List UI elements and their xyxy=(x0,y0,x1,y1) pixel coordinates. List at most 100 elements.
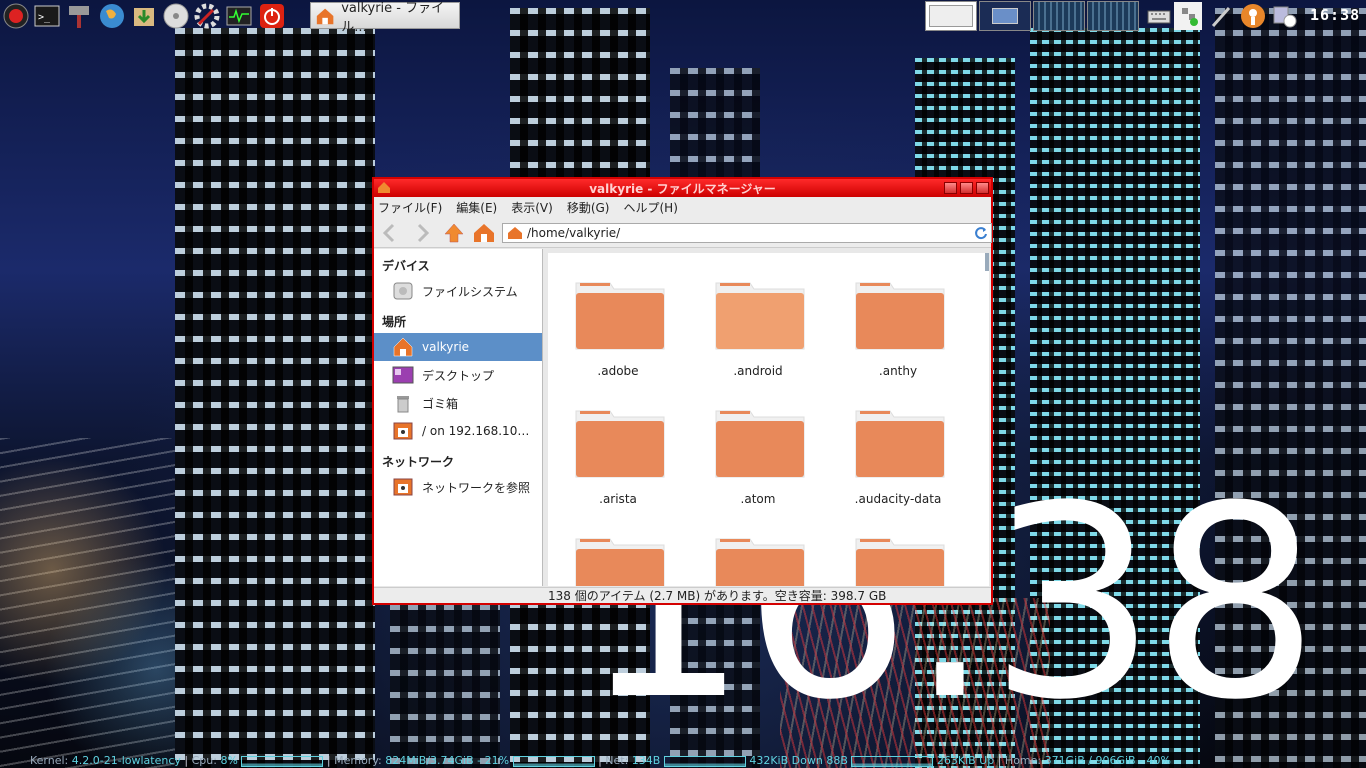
trash-icon xyxy=(397,396,409,413)
folder-item[interactable] xyxy=(548,509,688,586)
terminal-icon[interactable]: >_ xyxy=(33,2,61,30)
memory-graph xyxy=(512,755,595,767)
upload-value: 263KiB Up xyxy=(936,754,995,767)
tools-icon[interactable] xyxy=(65,2,93,30)
menu-file[interactable]: ファイル(F) xyxy=(378,199,442,216)
reload-icon[interactable] xyxy=(974,226,988,240)
network-tray-icon[interactable] xyxy=(1174,2,1202,30)
menu-view[interactable]: 表示(V) xyxy=(511,199,553,216)
taskbar-window-title: valkyrie - ファイル... xyxy=(341,0,445,35)
scrollbar[interactable] xyxy=(985,253,989,271)
folder-item[interactable]: .android xyxy=(688,253,828,381)
folder-icon xyxy=(575,538,665,586)
window-title: valkyrie - ファイルマネージャー xyxy=(589,182,776,196)
system-monitor-icon[interactable] xyxy=(225,2,253,30)
folder-item[interactable]: .audacity-data xyxy=(828,381,968,509)
minimize-button[interactable] xyxy=(944,182,957,194)
file-name: .audacity-data xyxy=(854,492,942,506)
taskbar-window-button[interactable]: valkyrie - ファイル... xyxy=(310,1,460,35)
updates-icon[interactable] xyxy=(1271,2,1299,30)
installer-icon[interactable] xyxy=(130,2,158,30)
sidebar-item-label: / on 192.168.10… xyxy=(422,424,530,438)
up-arrow-icon[interactable] xyxy=(442,221,466,245)
workspace-4[interactable] xyxy=(1087,1,1139,31)
kernel-label: Kernel: xyxy=(30,754,69,767)
svg-text:>_: >_ xyxy=(38,12,51,23)
folder-icon xyxy=(715,410,805,478)
sidebar-item-label: ファイルシステム xyxy=(422,284,518,299)
sidebar-item-browse-network[interactable]: ネットワークを参照 xyxy=(374,473,542,501)
workspace-1[interactable] xyxy=(925,1,977,31)
system-stats-bar: Kernel: 4.2.0-21-lowlatency | Cpu: 8% | … xyxy=(30,754,1171,767)
menu-edit[interactable]: 編集(E) xyxy=(456,199,497,216)
settings-icon[interactable] xyxy=(193,2,221,30)
folder-icon xyxy=(855,410,945,478)
folder-item[interactable]: .arista xyxy=(548,381,688,509)
window-titlebar[interactable]: valkyrie - ファイルマネージャー xyxy=(374,179,991,197)
wallpaper-building xyxy=(175,28,375,768)
home-icon[interactable] xyxy=(472,221,496,245)
folder-item[interactable] xyxy=(828,509,968,586)
folder-item[interactable]: .anthy xyxy=(828,253,968,381)
net-label: Net: xyxy=(605,754,629,767)
disc-icon[interactable] xyxy=(162,2,190,30)
power-plug-icon[interactable] xyxy=(1207,2,1235,30)
home-value: 371GiB / 906GiB - 40% xyxy=(1044,754,1171,767)
status-bar: 138 個のアイテム (2.7 MB) があります。空き容量: 398.7 GB xyxy=(374,587,991,603)
sidebar-item-remote[interactable]: / on 192.168.10… xyxy=(374,417,542,445)
folder-icon xyxy=(575,282,665,350)
folder-item[interactable] xyxy=(688,509,828,586)
sidebar-header-places: 場所 xyxy=(382,315,407,329)
folder-icon xyxy=(715,538,805,586)
workspace-2[interactable] xyxy=(979,1,1031,31)
home-icon xyxy=(393,337,413,357)
menu-help[interactable]: ヘルプ(H) xyxy=(623,199,677,216)
upload-graph xyxy=(851,755,934,767)
location-home-icon xyxy=(508,227,522,239)
sidebar-header-network: ネットワーク xyxy=(382,455,455,469)
cpu-label: Cpu: xyxy=(191,754,217,767)
user-status-icon[interactable] xyxy=(1239,2,1267,30)
location-bar[interactable]: /home/valkyrie/ xyxy=(502,223,992,243)
menu-go[interactable]: 移動(G) xyxy=(567,199,610,216)
keyboard-icon[interactable] xyxy=(1145,2,1173,30)
home-folder-icon xyxy=(316,8,334,24)
network-icon xyxy=(393,478,413,496)
kernel-value: 4.2.0-21-lowlatency xyxy=(71,754,181,767)
menubar: ファイル(F) 編集(E) 表示(V) 移動(G) ヘルプ(H) xyxy=(374,197,991,217)
folder-icon xyxy=(575,410,665,478)
sidebar-item-trash[interactable]: ゴミ箱 xyxy=(374,389,542,417)
desktop-icon xyxy=(392,366,414,384)
download-value: 432KiB Down xyxy=(749,754,823,767)
sidebar-item-label: デスクトップ xyxy=(422,368,495,383)
file-view[interactable]: .adobe .android .anthy .arista .atom .au… xyxy=(548,253,989,586)
toolbar: /home/valkyrie/ xyxy=(374,217,992,248)
workspace-3[interactable] xyxy=(1033,1,1085,31)
shutdown-icon[interactable] xyxy=(258,2,286,30)
file-name: .android xyxy=(733,364,783,378)
panel-clock[interactable]: 16:38 xyxy=(1310,6,1360,24)
memory-value: 824MiB/3.74GiB - 21% xyxy=(385,754,510,767)
folder-item[interactable]: .adobe xyxy=(548,253,688,381)
status-text: 138 個のアイテム (2.7 MB) があります。空き容量: 398.7 GB xyxy=(548,589,887,603)
close-button[interactable] xyxy=(976,182,989,194)
forward-arrow-icon[interactable] xyxy=(410,221,434,245)
maximize-button[interactable] xyxy=(960,182,973,194)
globe-icon[interactable] xyxy=(98,2,126,30)
folder-item[interactable]: .atom xyxy=(688,381,828,509)
power-menu-icon[interactable] xyxy=(2,2,30,30)
sidebar-header-devices: デバイス xyxy=(382,259,430,273)
sidebar-item-filesystem[interactable]: ファイルシステム xyxy=(374,277,542,305)
sidebar-item-home[interactable]: valkyrie xyxy=(374,333,542,361)
cpu-graph xyxy=(241,755,324,767)
top-panel: >_ valkyrie - ファイル... 16:38 xyxy=(0,0,1366,35)
sidebar-item-label: valkyrie xyxy=(422,340,470,354)
download-extra: 88B xyxy=(826,754,848,767)
memory-label: Memory: xyxy=(334,754,382,767)
file-name: .adobe xyxy=(597,364,639,378)
sidebar-item-desktop[interactable]: デスクトップ xyxy=(374,361,542,389)
remote-drive-icon xyxy=(393,422,413,440)
back-arrow-icon[interactable] xyxy=(378,221,402,245)
folder-icon xyxy=(715,282,805,350)
drive-icon xyxy=(393,282,413,300)
